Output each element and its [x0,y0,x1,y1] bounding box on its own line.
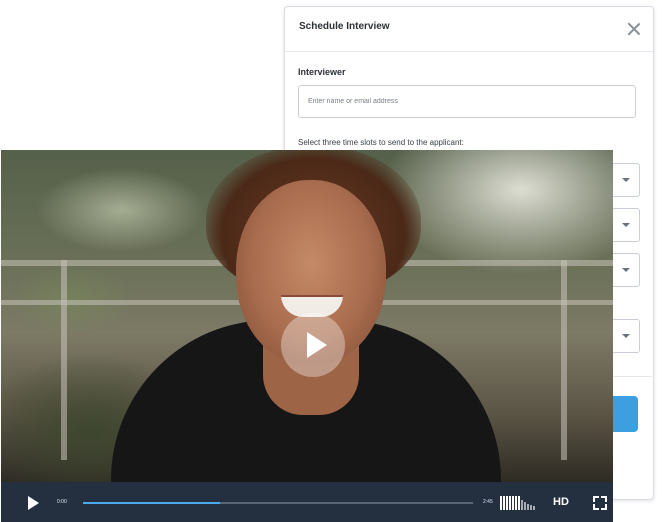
volume-bar [512,496,514,510]
fence-post [561,260,567,460]
video-player[interactable]: 0:00 2:45 HD [1,150,613,522]
volume-bar [509,496,511,510]
volume-bar [533,506,535,510]
chevron-down-icon [622,223,630,227]
fence-post [61,260,67,460]
volume-bar [503,496,505,510]
video-frame [1,150,613,520]
fullscreen-icon[interactable] [593,496,607,510]
chevron-down-icon [622,334,630,338]
quality-button[interactable]: HD [553,496,569,508]
chevron-down-icon [622,268,630,272]
play-icon[interactable] [28,496,39,510]
volume-bar [530,505,532,510]
time-slots-label: Select three time slots to send to the a… [298,138,464,147]
interviewer-input[interactable] [298,85,636,118]
video-controls: 0:00 2:45 HD [1,482,613,522]
progress-bar[interactable] [83,502,473,504]
close-icon[interactable] [627,22,641,36]
volume-bar [521,500,523,510]
volume-icon[interactable] [500,496,536,510]
chevron-down-icon [622,178,630,182]
volume-bar [506,496,508,510]
volume-bar [518,496,520,510]
volume-bar [515,496,517,510]
current-time: 0:00 [57,499,67,505]
volume-bar [524,502,526,510]
interviewer-label: Interviewer [298,67,346,77]
volume-bar [527,504,529,510]
volume-bar [500,496,502,510]
duration: 2:45 [483,499,493,505]
modal-header: Schedule Interview [285,7,653,52]
progress-fill [83,502,220,504]
modal-title: Schedule Interview [299,21,390,32]
play-overlay-button[interactable] [281,313,345,377]
